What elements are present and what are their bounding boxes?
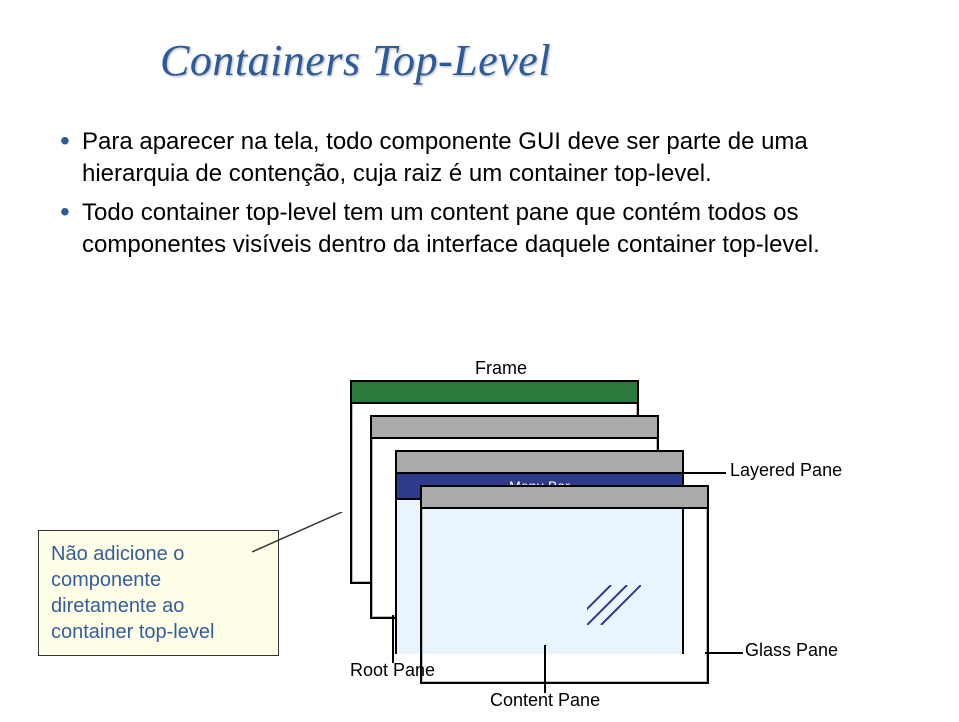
diagram-label-glass-pane: Glass Pane xyxy=(745,640,838,661)
diagram-label-frame: Frame xyxy=(475,358,527,379)
diagram-label-root-pane: Root Pane xyxy=(350,660,435,681)
bullet-text: Todo container top-level tem um content … xyxy=(82,197,900,262)
bullet-icon: • xyxy=(60,197,82,262)
diagram-label-layered-pane: Layered Pane xyxy=(730,460,842,481)
diagram-content-titlebar xyxy=(397,452,682,474)
bullet-text: Para aparecer na tela, todo componente G… xyxy=(82,126,900,191)
slide-title: Containers Top-Level xyxy=(160,35,551,86)
diagram-label-content-pane: Content Pane xyxy=(490,690,600,711)
bullet-list: • Para aparecer na tela, todo componente… xyxy=(60,120,900,268)
bullet-item: • Para aparecer na tela, todo componente… xyxy=(60,126,900,191)
diagram: Frame Menu Bar Root Pane Content Pane xyxy=(300,370,920,690)
leader-line-icon xyxy=(540,645,550,693)
slide: Containers Top-Level • Para aparecer na … xyxy=(0,0,959,722)
diagram-glass-pane-window xyxy=(420,485,709,684)
leader-line-icon xyxy=(705,652,743,654)
diagram-frame-titlebar xyxy=(352,382,637,404)
leader-line-icon xyxy=(388,615,398,663)
leader-line-icon xyxy=(658,472,726,474)
diagram-root-pane-titlebar xyxy=(372,417,657,439)
bullet-icon: • xyxy=(60,126,82,191)
bullet-item: • Todo container top-level tem um conten… xyxy=(60,197,900,262)
callout-note: Não adicione o componente diretamente ao… xyxy=(38,530,279,656)
diagram-glass-pane-titlebar xyxy=(422,487,707,509)
